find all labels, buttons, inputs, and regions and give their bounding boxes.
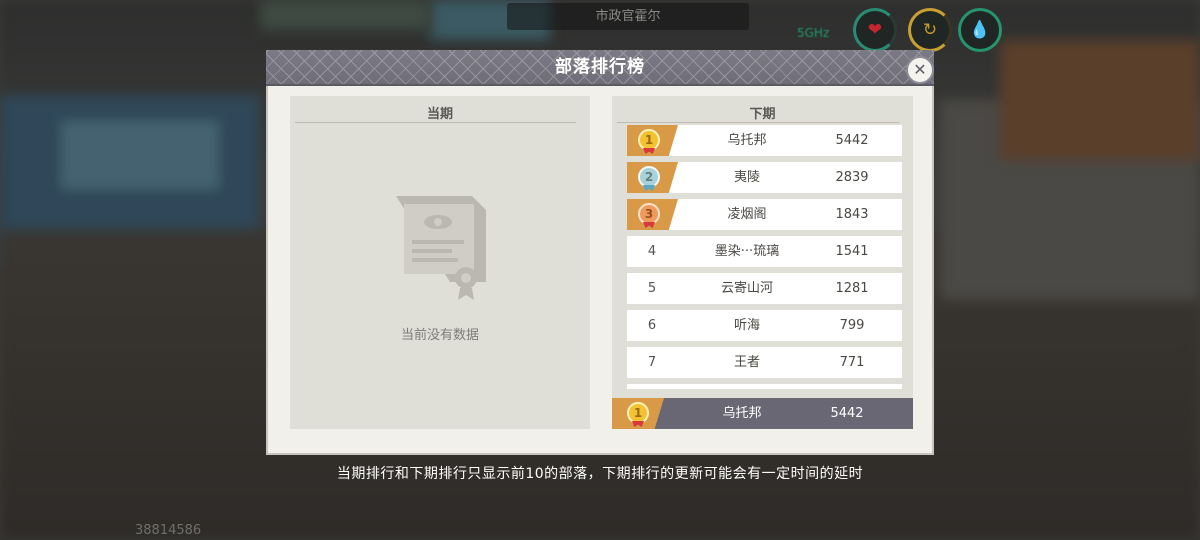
tribe-score: 1281 (835, 281, 869, 296)
gold-medal-icon: 1 (638, 129, 660, 154)
health-gauge: ❤ (853, 8, 897, 52)
my-tribe-name: 乌托邦 (722, 406, 762, 421)
ranking-row[interactable]: 4 墨染···琉璃 1541 (627, 236, 902, 267)
rank-number: 5 (647, 281, 657, 296)
npc-name-label: 市政官霍尔 (507, 3, 749, 30)
tribe-score: 1843 (835, 207, 869, 222)
rank-number: 6 (647, 318, 657, 333)
panel-title: 部落排行榜 (555, 57, 645, 77)
tribe-score: 5442 (835, 133, 869, 148)
bronze-medal-icon: 3 (638, 203, 660, 228)
tribe-name: 听海 (733, 318, 760, 333)
heart-icon: ❤ (867, 20, 883, 40)
energy-gauge: ↻ (908, 8, 952, 52)
ranking-row[interactable]: 6 听海 799 (627, 310, 902, 341)
next-period-column: 下期 1 乌托邦 5442 2 夷陵 2839 3 凌烟阁 1843 4 墨染·… (612, 96, 913, 429)
tribe-name: 凌烟阁 (727, 207, 767, 222)
ranking-row-partial[interactable] (627, 384, 902, 389)
my-tribe-row[interactable]: 1 乌托邦 5442 (612, 398, 913, 429)
close-icon: ✕ (913, 60, 927, 79)
tribe-name: 夷陵 (733, 170, 760, 185)
close-button[interactable]: ✕ (906, 56, 934, 84)
ranking-row[interactable]: 5 云寄山河 1281 (627, 273, 902, 304)
tribe-name: 乌托邦 (727, 133, 767, 148)
rank-number: 7 (647, 355, 657, 370)
tribe-score: 1541 (835, 244, 869, 259)
tribe-name: 王者 (733, 355, 760, 370)
divider (295, 122, 576, 123)
panel-header: 部落排行榜 (266, 50, 934, 86)
divider (617, 122, 899, 123)
current-period-header: 当期 (426, 107, 453, 122)
ranking-row[interactable]: 1 乌托邦 5442 (627, 125, 902, 156)
ranking-row[interactable]: 3 凌烟阁 1843 (627, 199, 902, 230)
empty-scroll-icon (396, 196, 486, 300)
current-period-column: 当期 当前没有数据 (290, 96, 590, 429)
tribe-name: 云寄山河 (720, 281, 773, 296)
tribe-score: 799 (839, 318, 865, 333)
tribe-score: 2839 (835, 170, 869, 185)
empty-state-text: 当前没有数据 (400, 328, 479, 343)
water-drop-icon: 💧 (969, 20, 991, 40)
water-gauge: 💧 (958, 8, 1002, 52)
signal-indicator: 5GHz (797, 26, 830, 40)
player-id: 38814586 (135, 523, 202, 538)
my-tribe-score: 5442 (830, 406, 864, 421)
next-period-header: 下期 (749, 107, 776, 122)
silver-medal-icon: 2 (638, 166, 660, 191)
gold-medal-icon: 1 (627, 402, 649, 427)
tribe-ranking-panel: 部落排行榜 ✕ 当期 当前没有数据 下期 1 乌托邦 5442 2 夷陵 283… (266, 50, 934, 455)
energy-icon: ↻ (922, 20, 938, 40)
ranking-row[interactable]: 2 夷陵 2839 (627, 162, 902, 193)
rank-number: 4 (647, 244, 657, 259)
ranking-footnote: 当期排行和下期排行只显示前10的部落，下期排行的更新可能会有一定时间的延时 (336, 466, 864, 482)
tribe-name: 墨染···琉璃 (714, 244, 780, 259)
ranking-row[interactable]: 7 王者 771 (627, 347, 902, 378)
tribe-score: 771 (839, 355, 865, 370)
